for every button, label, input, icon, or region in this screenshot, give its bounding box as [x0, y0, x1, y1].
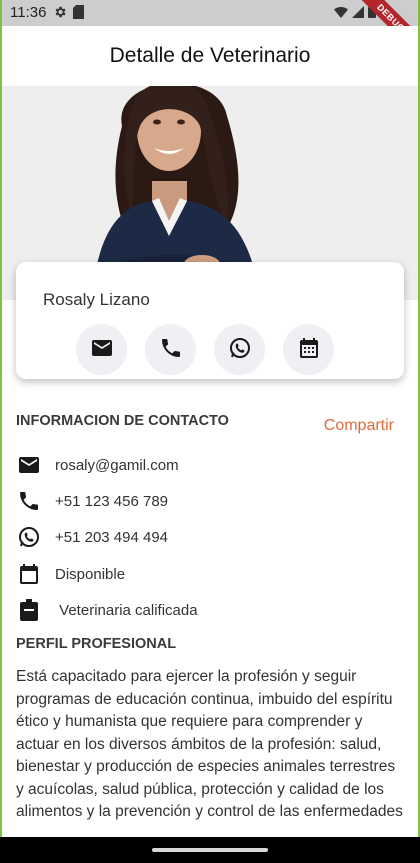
contact-whatsapp[interactable]: +51 203 494 494 [16, 524, 168, 550]
vet-name: Rosaly Lizano [43, 290, 150, 309]
contact-email-text: rosaly@gamil.com [55, 456, 179, 474]
page-title: Detalle de Veterinario [109, 44, 311, 67]
home-gesture-handle[interactable] [152, 848, 268, 852]
profile-card: Rosaly Lizano [16, 262, 404, 379]
contact-qualification: Veterinaria calificada [16, 597, 198, 623]
signal-icon [352, 5, 364, 22]
status-bar: 11:36 DEBUG [2, 0, 418, 63]
share-button[interactable]: Compartir [324, 417, 394, 435]
system-nav-bar [0, 837, 420, 863]
app-bar: Detalle de Veterinario [2, 26, 418, 86]
profile-section-title: PERFIL PROFESIONAL [16, 636, 177, 652]
whatsapp-button[interactable] [214, 324, 265, 375]
sim-card-icon [73, 5, 84, 23]
phone-screen: 11:36 DEBUG Detalle de Veterinario Rosal… [2, 0, 418, 863]
availability-text: Disponible [55, 565, 126, 583]
whatsapp-icon [16, 524, 42, 550]
contact-availability: Disponible [16, 561, 125, 587]
phone-icon [16, 488, 42, 514]
contact-whatsapp-text: +51 203 494 494 [55, 528, 169, 546]
qualification-text: Veterinaria calificada [55, 601, 198, 619]
calendar-button[interactable] [283, 324, 334, 375]
contact-actions [76, 324, 334, 375]
email-button[interactable] [76, 324, 127, 375]
phone-icon [159, 336, 183, 364]
profile-description: Está capacitado para ejercer la profesió… [16, 668, 403, 820]
calendar-icon [297, 336, 321, 364]
email-icon [90, 336, 114, 364]
email-icon [16, 452, 42, 478]
contact-email[interactable]: rosaly@gamil.com [16, 452, 179, 478]
calendar-icon [16, 561, 42, 587]
badge-icon [16, 597, 42, 623]
whatsapp-icon [228, 336, 252, 364]
contact-phone[interactable]: +51 123 456 789 [16, 488, 168, 514]
settings-icon [53, 5, 67, 23]
contact-phone-text: +51 123 456 789 [55, 492, 169, 510]
contact-section-title: INFORMACION DE CONTACTO [16, 413, 229, 429]
call-button[interactable] [145, 324, 196, 375]
status-time: 11:36 [10, 4, 47, 21]
wifi-icon [334, 6, 348, 22]
